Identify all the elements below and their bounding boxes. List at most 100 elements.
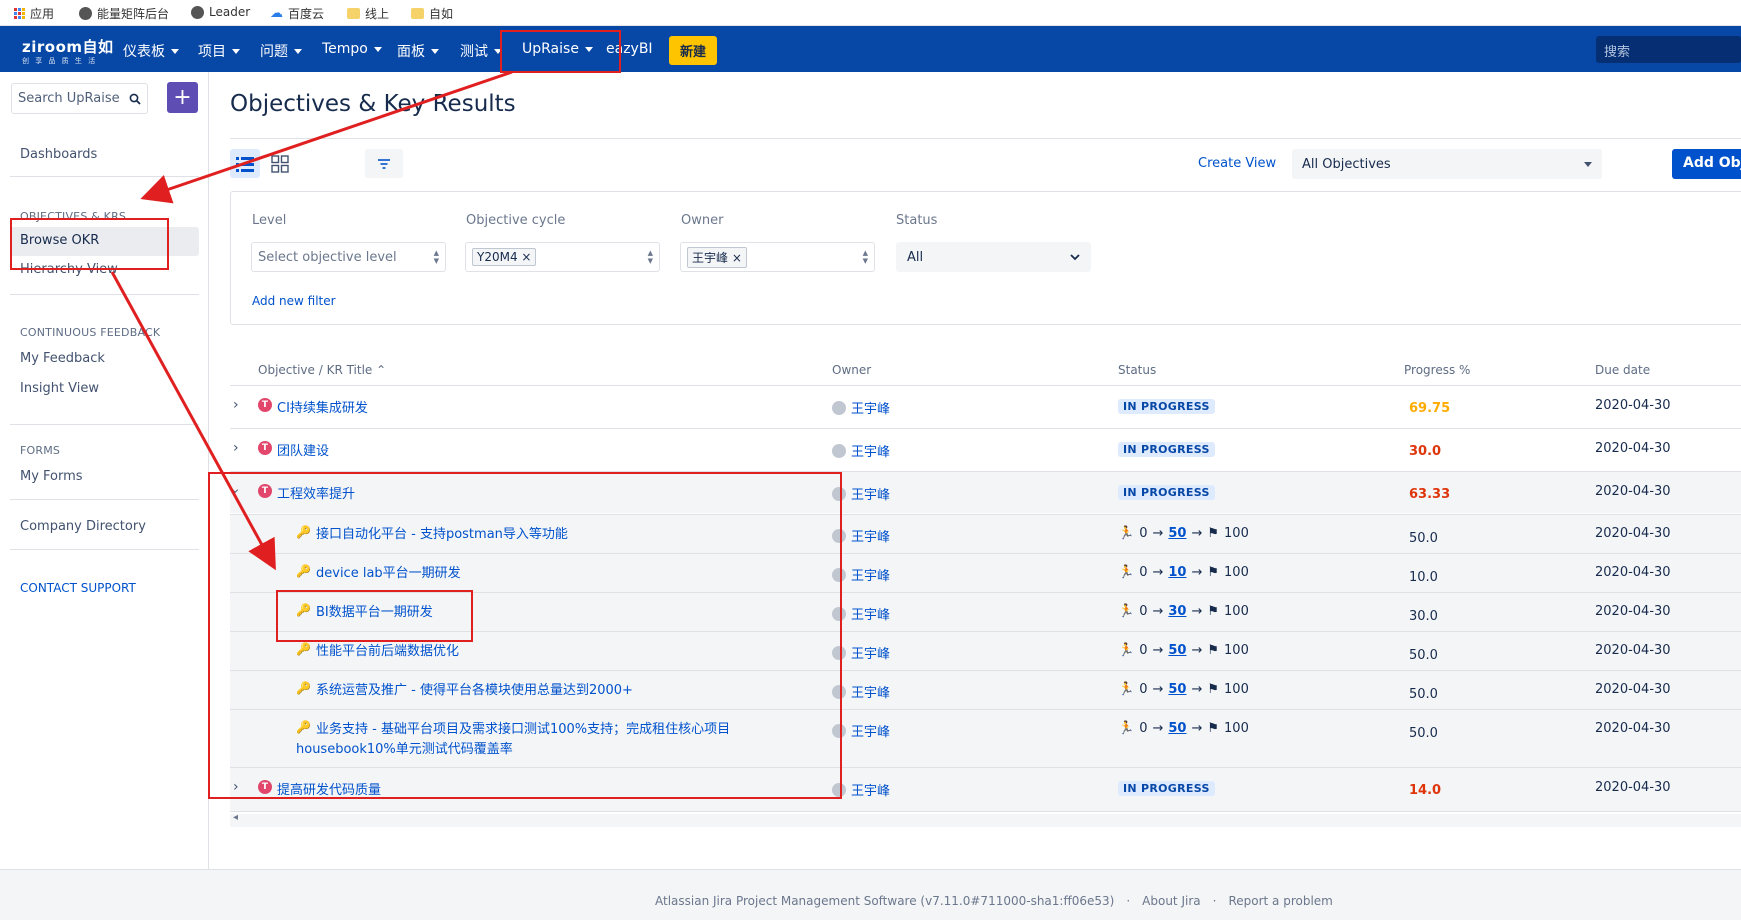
report-problem-link[interactable]: Report a problem (1228, 894, 1332, 908)
status-filter-select[interactable]: All (896, 242, 1091, 272)
objective-icon: T (258, 441, 272, 455)
about-jira-link[interactable]: About Jira (1142, 894, 1200, 908)
bookmark-baidu-cloud[interactable]: ☁ 百度云 (270, 5, 324, 22)
kr-start: 0 (1139, 682, 1148, 697)
sidebar-item-dashboards[interactable]: Dashboards (20, 147, 97, 162)
list-view-button[interactable] (230, 149, 260, 178)
owner-name[interactable]: 王宇峰 (851, 643, 890, 662)
sidebar-item-insight-view[interactable]: Insight View (20, 381, 99, 396)
runner-icon: 🏃 (1118, 604, 1135, 619)
bookmark-leader[interactable]: Leader (191, 5, 250, 19)
folder-icon (411, 8, 424, 19)
nav-label: 问题 (260, 44, 288, 60)
owner-name[interactable]: 王宇峰 (851, 604, 890, 623)
owner-tag[interactable]: 王宇峰 × (687, 246, 747, 268)
kr-target: 100 (1224, 604, 1249, 619)
column-header-progress[interactable]: Progress % (1404, 363, 1470, 377)
column-header-due-date[interactable]: Due date (1595, 363, 1650, 377)
add-objective-button[interactable]: Add Objective (1672, 149, 1741, 179)
bookmark-ziroom[interactable]: 自如 (411, 5, 453, 22)
divider (230, 138, 1741, 139)
annotation-box-kr (276, 590, 473, 642)
remove-tag-icon[interactable]: × (521, 250, 531, 264)
sidebar-item-my-forms[interactable]: My Forms (20, 469, 83, 484)
progress-percent: 10.0 (1409, 570, 1438, 585)
global-search-input[interactable]: 搜索 (1596, 36, 1741, 63)
kr-progress-track: 🏃 0 → 30 → ⚑ 100 (1118, 604, 1249, 619)
bookmark-apps[interactable]: 应用 (14, 5, 54, 22)
kr-current[interactable]: 10 (1168, 565, 1186, 580)
progress-percent: 50.0 (1409, 726, 1438, 741)
bookmark-energy-matrix[interactable]: 能量矩阵后台 (79, 5, 169, 22)
filter-toggle-button[interactable] (365, 149, 403, 178)
horizontal-scrollbar[interactable]: ◂ (230, 812, 1741, 827)
chevron-right-icon[interactable]: › (233, 440, 239, 456)
due-date: 2020-04-30 (1595, 780, 1671, 795)
contact-support-link[interactable]: CONTACT SUPPORT (20, 581, 136, 595)
owner-filter-label: Owner (681, 213, 724, 228)
owner-name[interactable]: 王宇峰 (851, 441, 890, 460)
ziroom-logo[interactable]: ziroom自如 创 享 品 质 生 活 (22, 36, 114, 66)
cycle-filter-input[interactable]: Y20M4 × ▲ ▼ (465, 242, 660, 272)
footer: Atlassian Jira Project Management Softwa… (0, 869, 1741, 920)
nav-label: Tempo (322, 41, 368, 57)
nav-dashboards[interactable]: 仪表板 (123, 41, 179, 61)
cycle-tag[interactable]: Y20M4 × (472, 248, 537, 266)
bookmark-online[interactable]: 线上 (347, 5, 389, 22)
owner-name[interactable]: 王宇峰 (851, 565, 890, 584)
owner-name[interactable]: 王宇峰 (851, 721, 890, 740)
kr-current[interactable]: 50 (1168, 682, 1186, 697)
sidebar-item-company-directory[interactable]: Company Directory (20, 519, 146, 534)
kr-progress-track: 🏃 0 → 10 → ⚑ 100 (1118, 565, 1249, 580)
chevron-down-icon (1584, 161, 1592, 167)
kr-current[interactable]: 30 (1168, 604, 1186, 619)
column-header-title[interactable]: Objective / KR Title ⌃ (258, 363, 386, 377)
globe-icon (191, 5, 204, 19)
folder-icon (347, 8, 360, 19)
nav-boards[interactable]: 面板 (397, 41, 439, 61)
due-date: 2020-04-30 (1595, 604, 1671, 619)
objective-title[interactable]: CI持续集成研发 (277, 397, 368, 416)
level-filter-input[interactable]: Select objective level ▲ ▼ (251, 242, 446, 272)
nav-label: 测试 (460, 44, 488, 60)
due-date: 2020-04-30 (1595, 441, 1671, 456)
kr-current[interactable]: 50 (1168, 643, 1186, 658)
chevron-right-icon[interactable]: › (233, 397, 239, 413)
spinner-arrows-icon: ▲ ▼ (862, 249, 868, 265)
create-button[interactable]: 新建 (669, 36, 717, 65)
column-header-owner[interactable]: Owner (832, 363, 871, 377)
flag-icon: ⚑ (1207, 604, 1220, 619)
due-date: 2020-04-30 (1595, 643, 1671, 658)
sidebar-item-my-feedback[interactable]: My Feedback (20, 351, 105, 366)
kr-target: 100 (1224, 721, 1249, 736)
owner-name[interactable]: 王宇峰 (851, 398, 890, 417)
bookmark-label: 应用 (30, 7, 55, 21)
create-view-link[interactable]: Create View (1198, 156, 1276, 171)
objectives-view-select[interactable]: All Objectives (1292, 149, 1602, 179)
owner-name[interactable]: 王宇峰 (851, 780, 890, 799)
logo-subtitle: 创 享 品 质 生 活 (22, 57, 98, 65)
kr-target: 100 (1224, 526, 1249, 541)
add-new-filter-link[interactable]: Add new filter (252, 294, 336, 308)
column-header-status[interactable]: Status (1118, 363, 1156, 377)
add-button[interactable]: + (167, 82, 198, 113)
kr-current[interactable]: 50 (1168, 721, 1186, 736)
nav-tempo[interactable]: Tempo (322, 41, 382, 57)
nav-projects[interactable]: 项目 (198, 41, 240, 61)
owner-name[interactable]: 王宇峰 (851, 682, 890, 701)
due-date: 2020-04-30 (1595, 682, 1671, 697)
nav-tests[interactable]: 测试 (460, 41, 502, 61)
bookmark-label: Leader (209, 5, 251, 19)
kr-current[interactable]: 50 (1168, 526, 1186, 541)
owner-name[interactable]: 王宇峰 (851, 526, 890, 545)
top-navigation: ziroom自如 创 享 品 质 生 活 仪表板 项目 问题 Tempo 面板 … (0, 26, 1741, 72)
nav-issues[interactable]: 问题 (260, 41, 302, 61)
grid-view-button[interactable] (265, 149, 295, 178)
sidebar-search-input[interactable]: Search UpRaise (11, 83, 148, 114)
kr-start: 0 (1139, 721, 1148, 736)
remove-tag-icon[interactable]: × (732, 251, 742, 265)
owner-name[interactable]: 王宇峰 (851, 484, 890, 503)
objective-title[interactable]: 团队建设 (277, 440, 329, 459)
scroll-left-icon[interactable]: ◂ (233, 812, 238, 823)
owner-filter-input[interactable]: 王宇峰 × ▲ ▼ (680, 242, 875, 272)
